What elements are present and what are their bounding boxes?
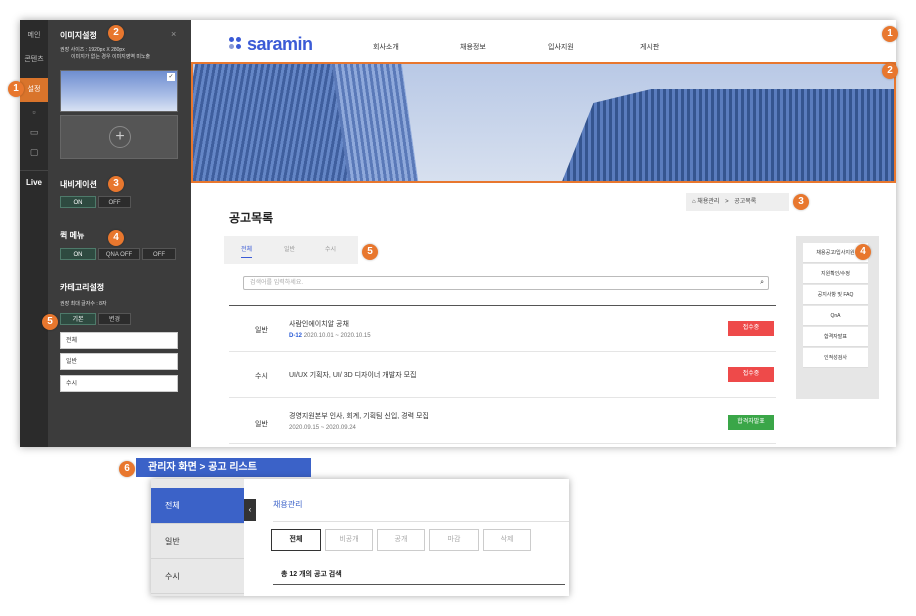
quick-item-qna[interactable]: QnA (803, 306, 868, 326)
status-button[interactable]: 접수중 (728, 367, 774, 382)
banner-image (191, 62, 896, 183)
tab-anytime[interactable]: 수시 (325, 244, 336, 253)
callout-badge: 3 (793, 194, 809, 210)
admin-screenshot: 전체 일반 수시 ‹ 채용관리 전체 비공개 공개 마감 삭제 총 12 개의 … (151, 479, 569, 596)
collapse-chevron-icon[interactable]: ‹ (244, 499, 256, 521)
quick-menu-title: 퀵 메뉴 (60, 231, 85, 240)
category-basic-toggle[interactable]: 기본 (60, 313, 96, 325)
rail-item-settings[interactable]: 설정 (20, 78, 48, 102)
logo-text: saramin (247, 33, 313, 54)
category-item-all[interactable]: 전체 (60, 332, 178, 349)
callout-badge: 5 (42, 314, 58, 330)
tab-general[interactable]: 일반 (284, 244, 295, 253)
sidebar-item-all[interactable]: 전체 (151, 488, 244, 524)
left-rail: 메인 콘텐츠 설정 ▫ ▭ ▢ Live (20, 20, 48, 447)
breadcrumb-separator: > (725, 199, 729, 205)
job-category: 일반 (255, 327, 268, 334)
job-title[interactable]: UI/UX 기획자, UI/ 3D 디자이너 개발자 모집 (289, 370, 416, 380)
nav-apply[interactable]: 입사지원 (548, 42, 574, 52)
job-category: 일반 (255, 421, 268, 428)
job-date: D-12 2020.10.01 ~ 2020.10.15 (289, 333, 371, 339)
editor-screenshot: 메인 콘텐츠 설정 ▫ ▭ ▢ Live 이미지설정 × 권장 사이즈 : 19… (20, 20, 896, 447)
callout-badge: 2 (882, 63, 898, 79)
callout-badge: 2 (108, 25, 124, 41)
tab-closed[interactable]: 마감 (429, 529, 479, 551)
quick-item-result[interactable]: 합격자발표 (803, 327, 868, 347)
callout-badge: 1 (882, 26, 898, 42)
nav-company[interactable]: 회사소개 (373, 42, 399, 52)
admin-sidebar: 전체 일반 수시 (151, 479, 244, 596)
divider (273, 584, 565, 585)
tab-all[interactable]: 전체 (271, 529, 321, 551)
check-icon[interactable]: ✓ (167, 73, 175, 81)
category-note: 권장 최대 글자수 : 8자 (60, 301, 107, 307)
nav-on-toggle[interactable]: ON (60, 196, 96, 208)
tab-all[interactable]: 전체 (241, 244, 253, 258)
callout-badge: 5 (362, 244, 378, 260)
rail-item-content[interactable]: 콘텐츠 (20, 48, 48, 72)
navigation-title: 내비게이션 (60, 180, 97, 189)
nav-board[interactable]: 게시판 (640, 42, 659, 52)
category-item-anytime[interactable]: 수시 (60, 375, 178, 392)
search-icon[interactable]: ⌕ (760, 277, 764, 289)
quick-on-toggle[interactable]: ON (60, 248, 96, 260)
plus-icon[interactable]: + (109, 126, 131, 148)
image-size-note: 권장 사이즈 : 1920px X 280px (60, 47, 125, 53)
job-title[interactable]: 경영지원본부 인사, 회계, 기획팀 신입, 경력 모집 (289, 411, 429, 421)
callout-badge: 1 (8, 81, 24, 97)
quick-off-toggle[interactable]: OFF (142, 248, 176, 260)
job-title[interactable]: 사람인에이치알 공채 (289, 319, 349, 329)
saramin-logo[interactable]: saramin (229, 34, 313, 54)
list-item[interactable]: 수시 UI/UX 기획자, UI/ 3D 디자이너 개발자 모집 접수중 (229, 352, 776, 398)
breadcrumb: ⌂ 채용관리 > 공고목록 (686, 193, 789, 211)
admin-title: 채용관리 (273, 500, 303, 509)
result-count: 총 12 개의 공고 검색 (281, 571, 342, 578)
divider (273, 521, 569, 522)
link-icon[interactable]: ▭ (20, 122, 48, 142)
status-button[interactable]: 합격자발표 (728, 415, 774, 430)
image-empty-note: 이미지가 없는 경우 이미지영역 미노출 (71, 54, 151, 60)
search-input[interactable]: 검색어를 입력하세요. ⌕ (243, 276, 769, 290)
breadcrumb-current: 공고목록 (734, 199, 757, 205)
callout-badge: 4 (855, 244, 871, 260)
rail-item-live[interactable]: Live (20, 170, 48, 194)
quick-item-faq[interactable]: 공지사항 및 FAQ (803, 285, 868, 305)
quick-item-check[interactable]: 지원확인/수정 (803, 264, 868, 284)
nav-off-toggle[interactable]: OFF (98, 196, 131, 208)
rail-item-main[interactable]: 메인 (20, 24, 48, 48)
tab-public[interactable]: 공개 (377, 529, 425, 551)
logo-dots-icon (229, 37, 243, 51)
job-category: 수시 (255, 373, 268, 380)
list-item[interactable]: 일반 경영지원본부 인사, 회계, 기획팀 신입, 경력 모집 2020.09.… (229, 398, 776, 444)
category-item-general[interactable]: 일반 (60, 353, 178, 370)
quick-item-test[interactable]: 인적성검사 (803, 348, 868, 368)
category-settings-title: 카테고리설정 (60, 283, 105, 292)
category-change-toggle[interactable]: 변경 (98, 313, 131, 325)
site-preview: saramin 회사소개 채용정보 입사지원 게시판 ⌂ 채용관리 > 공고목록… (191, 20, 896, 447)
list-item[interactable]: 일반 사람인에이치알 공채 D-12 2020.10.01 ~ 2020.10.… (229, 306, 776, 352)
breadcrumb-home[interactable]: 채용관리 (697, 199, 719, 205)
close-icon[interactable]: × (171, 29, 176, 39)
dday-badge: D-12 (289, 333, 303, 339)
quick-qna-off-toggle[interactable]: QNA OFF (98, 248, 140, 260)
status-button[interactable]: 접수중 (728, 321, 774, 336)
tab-private[interactable]: 비공개 (325, 529, 373, 551)
tab-deleted[interactable]: 삭제 (483, 529, 531, 551)
page-title: 공고목록 (229, 211, 274, 225)
callout-badge: 3 (108, 176, 124, 192)
banner-thumbnail[interactable]: ✓ (60, 70, 178, 112)
sidebar-item-anytime[interactable]: 수시 (151, 559, 244, 594)
add-image-box[interactable]: + (60, 115, 178, 159)
nav-jobs[interactable]: 채용정보 (460, 42, 486, 52)
page-icon[interactable]: ▫ (20, 102, 48, 122)
sidebar-item-general[interactable]: 일반 (151, 524, 244, 559)
image-settings-title: 이미지설정 (60, 31, 97, 40)
callout-badge: 4 (108, 230, 124, 246)
section-label: 관리자 화면 > 공고 리스트 (136, 458, 311, 477)
job-date: 2020.09.15 ~ 2020.09.24 (289, 425, 356, 431)
monitor-icon[interactable]: ▢ (20, 142, 48, 162)
home-icon[interactable]: ⌂ (692, 199, 696, 205)
callout-badge: 6 (119, 461, 135, 477)
search-placeholder: 검색어를 입력하세요. (250, 280, 304, 286)
